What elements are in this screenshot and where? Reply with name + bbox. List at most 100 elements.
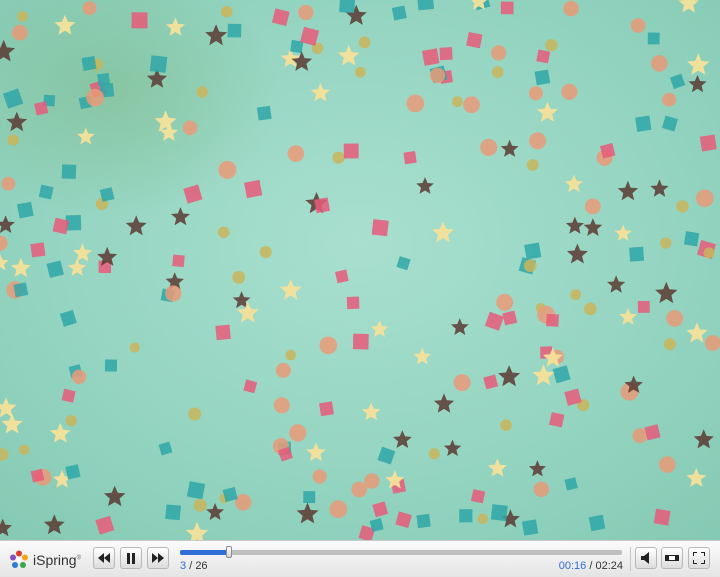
confetti-dot: [196, 86, 208, 98]
ispring-flower-icon: [10, 550, 28, 568]
confetti-square: [149, 55, 168, 73]
confetti-square: [38, 184, 54, 200]
current-slide-number: 3: [180, 560, 187, 572]
confetti-dot: [329, 500, 348, 519]
confetti-square: [244, 179, 263, 199]
confetti-square: [34, 101, 49, 116]
confetti-square: [172, 254, 185, 268]
volume-button[interactable]: [635, 547, 657, 569]
confetti-dot: [65, 415, 77, 427]
confetti-dot: [319, 336, 338, 355]
confetti-dot: [528, 86, 543, 101]
total-slides: 26: [195, 560, 208, 572]
confetti-square: [521, 519, 539, 536]
confetti-square: [699, 134, 717, 152]
confetti-dot: [545, 39, 558, 52]
fast-forward-icon: [152, 553, 164, 563]
confetti-square: [459, 509, 473, 523]
confetti-dot: [82, 1, 97, 16]
confetti-square: [637, 300, 650, 313]
confetti-dot: [429, 67, 446, 84]
confetti-dot: [704, 335, 720, 351]
confetti-dot: [287, 145, 305, 162]
confetti-dot: [500, 419, 512, 431]
confetti-square: [403, 151, 417, 165]
ispring-logo: iSpring®: [8, 549, 81, 571]
confetti-square: [186, 481, 206, 500]
confetti-square: [500, 1, 514, 15]
confetti-square: [314, 197, 331, 214]
confetti-dot: [491, 66, 504, 78]
confetti-square: [653, 508, 671, 526]
confetti-square: [346, 296, 360, 310]
confetti-square: [391, 5, 407, 21]
confetti-dot: [453, 374, 471, 392]
confetti-dot: [1, 176, 16, 191]
confetti-square: [524, 242, 542, 260]
confetti-square: [470, 489, 486, 504]
confetti-dot: [660, 237, 672, 249]
seek-bar[interactable]: [180, 546, 622, 558]
previous-slide-button[interactable]: [93, 547, 115, 569]
confetti-dot: [71, 369, 87, 384]
brand-name: iSpring®: [33, 552, 82, 568]
confetti-dot: [570, 289, 582, 301]
slide-counter: 3 / 26: [180, 560, 208, 572]
confetti-dot: [7, 134, 19, 146]
confetti-dot: [285, 349, 297, 361]
confetti-square: [131, 12, 148, 29]
layout-button[interactable]: [661, 547, 683, 569]
confetti-dot: [220, 5, 233, 18]
confetti-dot: [659, 456, 676, 473]
confetti-square: [215, 324, 231, 341]
confetti-square: [16, 201, 34, 219]
pause-icon: [127, 552, 135, 564]
confetti-square: [536, 49, 551, 64]
next-slide-button[interactable]: [147, 547, 169, 569]
playback-time: 00:16 / 02:24: [558, 560, 623, 572]
rewind-icon: [98, 553, 110, 563]
confetti-dot: [477, 513, 489, 525]
volume-icon: [641, 552, 649, 564]
confetti-dot: [496, 293, 514, 311]
confetti-dot: [289, 424, 307, 442]
confetti-dot: [480, 138, 498, 156]
confetti-square: [416, 513, 431, 529]
fullscreen-button[interactable]: [688, 547, 710, 569]
confetti-dot: [428, 448, 440, 460]
confetti-square: [30, 242, 46, 258]
confetti-dot: [312, 469, 327, 484]
seek-bar-thumb[interactable]: [225, 546, 232, 558]
confetti-dot: [355, 66, 366, 78]
confetti-dot: [19, 444, 30, 456]
separator: [630, 547, 631, 571]
confetti-dot: [165, 285, 182, 302]
confetti-square: [439, 47, 453, 61]
confetti-dot: [491, 45, 507, 61]
confetti-dot: [533, 481, 550, 498]
confetti-square: [549, 412, 565, 428]
confetti-dot: [651, 55, 668, 72]
slide-canvas[interactable]: [0, 0, 720, 540]
confetti-dot: [585, 198, 601, 215]
confetti-square: [227, 23, 242, 38]
confetti-square: [352, 333, 369, 350]
confetti-dot: [451, 96, 463, 108]
pause-button[interactable]: [120, 547, 142, 569]
confetti-dot: [630, 18, 646, 33]
confetti-dot: [406, 94, 425, 113]
confetti-square: [52, 217, 70, 235]
confetti-square: [319, 401, 334, 417]
confetti-dot: [86, 88, 104, 107]
confetti-square: [339, 0, 356, 14]
confetti-dot: [696, 189, 714, 208]
confetti-square: [588, 514, 606, 532]
confetti-dot: [332, 151, 345, 164]
confetti-square: [165, 504, 182, 521]
confetti-square: [683, 231, 700, 247]
confetti-square: [65, 464, 81, 480]
elapsed-time: 00:16: [558, 560, 587, 572]
confetti-square: [343, 143, 359, 159]
confetti-dot: [273, 397, 290, 414]
confetti-square: [81, 56, 97, 71]
